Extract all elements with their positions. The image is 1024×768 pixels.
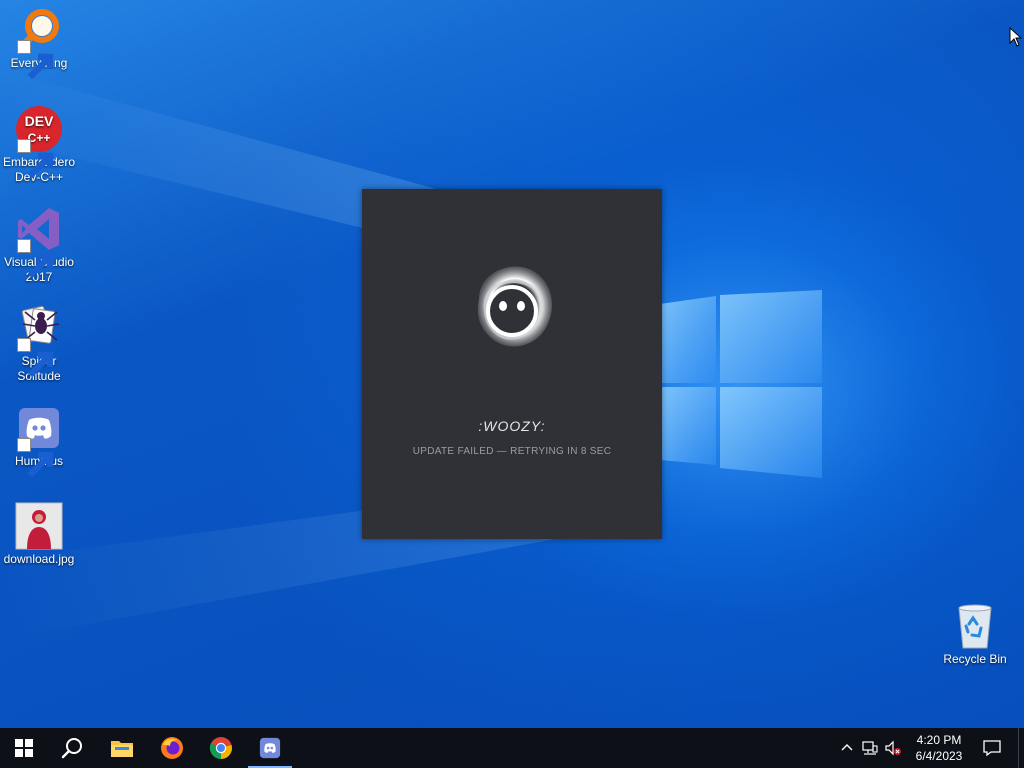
shortcut-arrow-icon	[17, 40, 54, 80]
desktop-icon-download-jpg[interactable]: download.jpg	[0, 502, 78, 567]
desktop-icon-label: download.jpg	[3, 552, 75, 566]
discord-icon	[259, 737, 281, 759]
taskbar-search-button[interactable]	[48, 728, 96, 768]
clock-date: 6/4/2023	[915, 749, 963, 763]
taskbar-discord[interactable]	[246, 728, 294, 768]
desktop-icon-label: Recycle Bin	[943, 652, 1007, 666]
recycle-bin-icon	[958, 604, 992, 649]
desktop-icon-devcpp[interactable]: DEV C++ Embarcadero Dev-C++	[0, 105, 78, 185]
splash-status-text: UPDATE FAILED — RETRYING IN 8 SEC	[412, 446, 612, 457]
firefox-icon	[161, 737, 183, 759]
splash-logo-icon	[477, 266, 553, 347]
taskbar-file-explorer[interactable]	[98, 728, 146, 768]
show-desktop-button[interactable]	[1018, 728, 1024, 768]
desktop-icon-spider-solitaire[interactable]: Spider Solitude	[0, 304, 78, 384]
network-icon[interactable]	[862, 740, 878, 756]
clock-time: 4:20 PM	[916, 733, 962, 747]
desktop-icon-recycle-bin[interactable]: Recycle Bin	[936, 602, 1014, 667]
desktop-icon-hummus[interactable]: Hummus	[0, 404, 78, 478]
shortcut-arrow-icon	[17, 239, 54, 279]
chrome-icon	[209, 737, 232, 759]
shortcut-arrow-icon	[17, 338, 54, 378]
taskbar-chrome[interactable]	[197, 728, 245, 768]
image-thumbnail	[15, 502, 63, 550]
windows-start-icon	[15, 739, 33, 757]
chevron-up-icon[interactable]	[839, 740, 855, 756]
search-icon	[61, 738, 82, 759]
mouse-cursor-icon	[1009, 27, 1023, 47]
desktop-icon-visual-studio[interactable]: Visual Studio 2017	[0, 205, 78, 285]
taskbar: 4:20 PM 6/4/2023	[0, 728, 1024, 768]
action-center-icon[interactable]	[983, 739, 1001, 757]
volume-muted-icon[interactable]	[885, 740, 901, 756]
taskbar-clock[interactable]: 4:20 PM 6/4/2023	[906, 732, 972, 764]
splash-title: :WOOZY:	[478, 418, 546, 434]
folder-icon	[111, 741, 133, 757]
taskbar-firefox[interactable]	[148, 728, 196, 768]
start-button[interactable]	[0, 728, 48, 768]
update-splash-window: :WOOZY: UPDATE FAILED — RETRYING IN 8 SE…	[362, 189, 662, 539]
shortcut-arrow-icon	[17, 438, 54, 478]
desktop: Everything DEV C++ Embarcadero Dev-C++ V…	[0, 0, 1024, 728]
shortcut-arrow-icon	[17, 139, 54, 179]
svg-text:DEV: DEV	[25, 113, 54, 129]
desktop-icon-everything[interactable]: Everything	[0, 6, 78, 80]
